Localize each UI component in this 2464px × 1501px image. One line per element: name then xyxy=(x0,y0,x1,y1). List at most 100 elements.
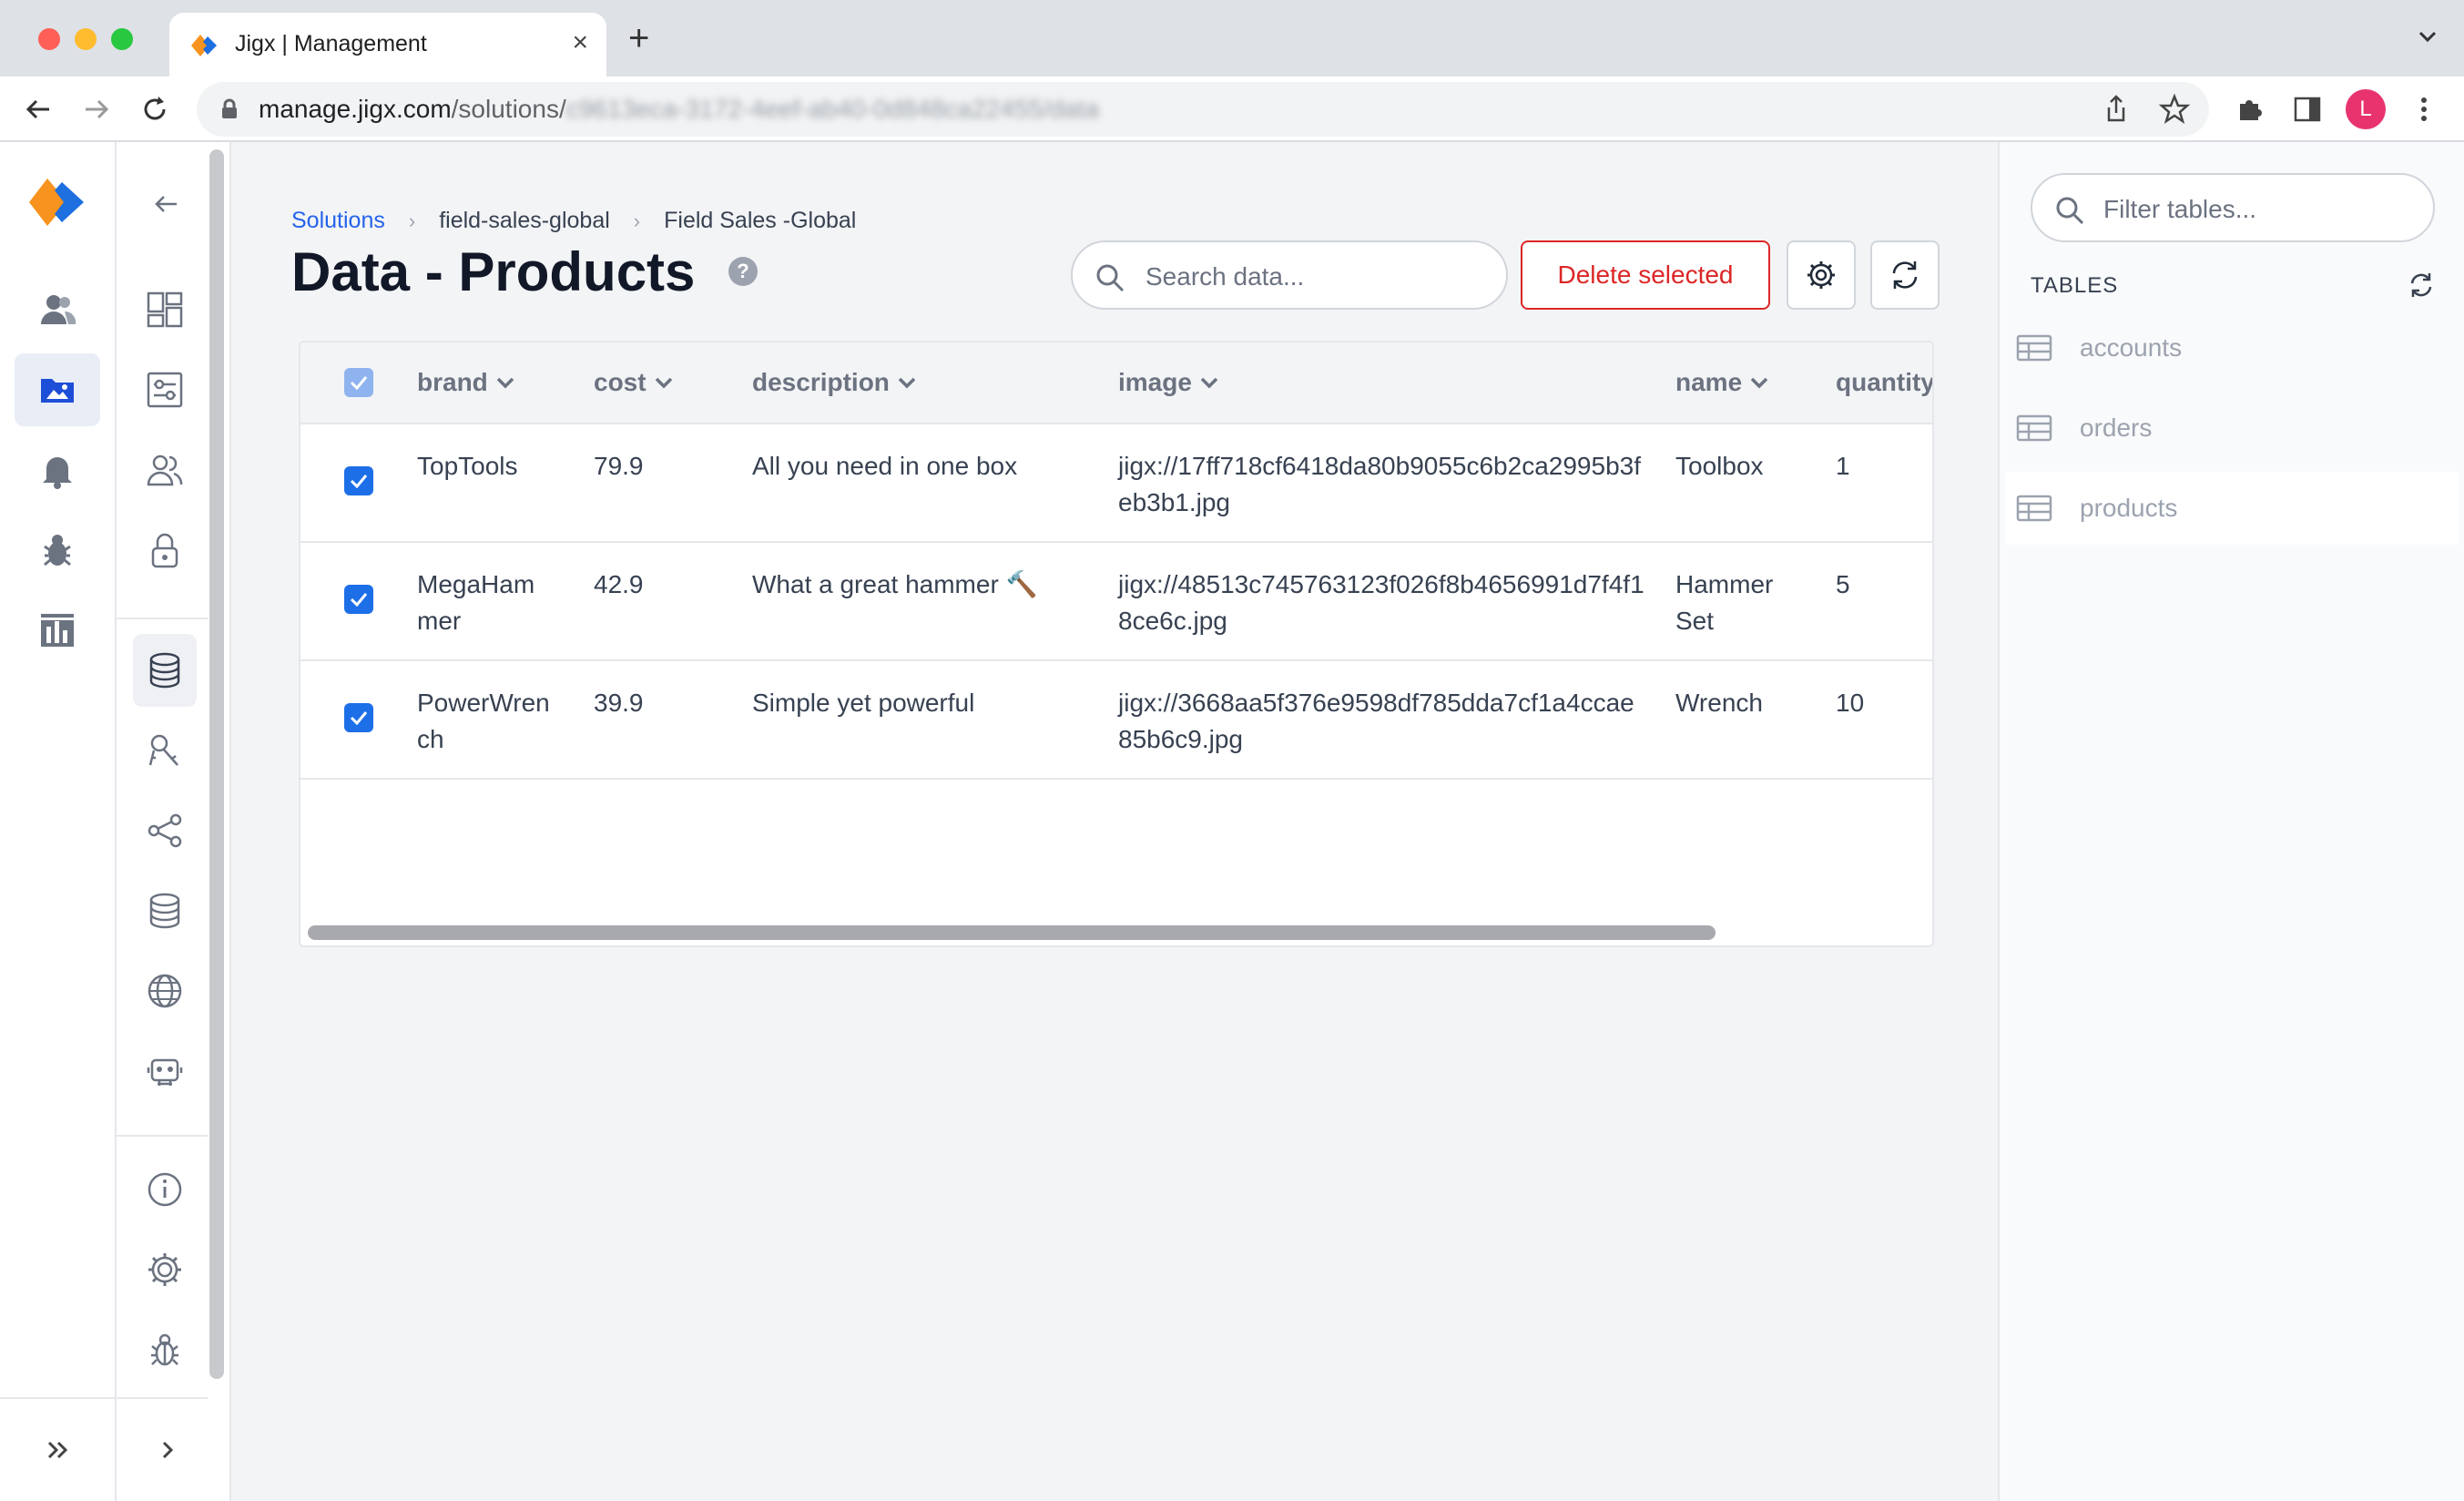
cell-image[interactable]: jigx://48513c745763123f026f8b4656991d7f4… xyxy=(1118,567,1646,639)
column-label: name xyxy=(1675,368,1743,396)
breadcrumb-chevron-icon: › xyxy=(633,209,641,232)
subnav-debug-item[interactable] xyxy=(133,1313,197,1386)
profile-avatar[interactable]: L xyxy=(2346,89,2386,129)
cell-image[interactable]: jigx://3668aa5f376e9598df785dda7cf1a4cca… xyxy=(1118,685,1646,758)
new-tab-icon[interactable]: + xyxy=(628,20,649,56)
row-checkbox[interactable] xyxy=(344,466,373,495)
share-icon[interactable] xyxy=(2100,93,2133,126)
cell-brand[interactable]: TopTools xyxy=(417,448,563,485)
window-minimize-button[interactable] xyxy=(75,28,97,50)
nav-notifications-item[interactable] xyxy=(15,434,100,506)
users-icon xyxy=(41,295,76,324)
nav-debug-item[interactable] xyxy=(15,514,100,587)
url-blurred-id: c9613eca-3172-4eef-ab40-0d848ca22455/dat… xyxy=(565,95,1100,123)
expand-double-chevron-icon[interactable] xyxy=(44,1435,73,1465)
check-icon xyxy=(350,711,368,725)
chevron-down-icon xyxy=(898,377,916,389)
cell-name[interactable]: Wrench xyxy=(1675,685,1812,721)
cell-image[interactable]: jigx://17ff718cf6418da80b9055c6b2ca2995b… xyxy=(1118,448,1646,521)
jigx-favicon-icon xyxy=(191,35,217,56)
gear-icon xyxy=(148,1253,181,1286)
address-bar[interactable]: manage.jigx.com/solutions/c9613eca-3172-… xyxy=(197,82,2209,137)
column-header-description[interactable]: description xyxy=(752,368,917,397)
cell-cost[interactable]: 42.9 xyxy=(594,567,644,603)
tab-search-chevron-icon[interactable] xyxy=(2415,24,2440,49)
tables-heading: TABLES xyxy=(2031,273,2119,298)
cell-brand[interactable]: PowerWrench xyxy=(417,685,554,758)
subnav-info-item[interactable] xyxy=(133,1153,197,1226)
settings-button[interactable] xyxy=(1787,240,1856,310)
tab-close-icon[interactable]: × xyxy=(572,27,588,58)
subnav-scrollbar[interactable] xyxy=(209,149,224,1379)
table-item-accounts[interactable]: accounts xyxy=(2005,311,2459,384)
browser-tab[interactable]: Jigx | Management × xyxy=(169,13,606,77)
table-item-orders[interactable]: orders xyxy=(2005,392,2459,465)
column-header-quantity[interactable]: quantity xyxy=(1836,368,1932,397)
subnav-web-item[interactable] xyxy=(133,955,197,1027)
forward-arrow-icon[interactable] xyxy=(80,93,113,126)
column-header-image[interactable]: image xyxy=(1118,368,1219,397)
filter-tables-input[interactable] xyxy=(2103,191,2413,228)
subnav-connections-item[interactable] xyxy=(133,794,197,867)
help-icon[interactable]: ? xyxy=(728,257,758,286)
browser-menu-icon[interactable] xyxy=(2408,93,2440,126)
table-row[interactable]: PowerWrench 39.9 Simple yet powerful jig… xyxy=(300,661,1932,780)
tab-title: Jigx | Management xyxy=(235,31,427,56)
breadcrumb-solutions-link[interactable]: Solutions xyxy=(291,208,385,234)
column-header-name[interactable]: name xyxy=(1675,368,1769,397)
collapse-back-arrow-icon[interactable] xyxy=(151,189,180,219)
refresh-button[interactable] xyxy=(1870,240,1940,310)
subnav-settings-item[interactable] xyxy=(133,1233,197,1306)
cell-description[interactable]: Simple yet powerful xyxy=(752,685,1098,721)
table-row[interactable]: TopTools 79.9 All you need in one box ji… xyxy=(300,424,1932,543)
side-panel-icon[interactable] xyxy=(2291,93,2324,126)
column-label: description xyxy=(752,368,890,396)
column-header-cost[interactable]: cost xyxy=(594,368,674,397)
nav-users-item[interactable] xyxy=(15,273,100,346)
cell-name[interactable]: Hammer Set xyxy=(1675,567,1803,639)
reload-icon[interactable] xyxy=(138,93,171,126)
url-path: /solutions/ xyxy=(451,95,566,123)
gear-icon xyxy=(1807,261,1835,289)
select-all-checkbox[interactable] xyxy=(344,368,373,397)
subnav-datasources-item[interactable] xyxy=(133,874,197,947)
expand-chevron-icon[interactable] xyxy=(155,1437,180,1463)
table-item-products[interactable]: products xyxy=(2005,472,2459,545)
search-data-field[interactable] xyxy=(1071,240,1508,310)
cell-cost[interactable]: 79.9 xyxy=(594,448,644,485)
refresh-tables-icon[interactable] xyxy=(2408,271,2435,299)
row-checkbox[interactable] xyxy=(344,585,373,614)
cell-name[interactable]: Toolbox xyxy=(1675,448,1812,485)
nav-reports-item[interactable] xyxy=(15,594,100,667)
delete-selected-button[interactable]: Delete selected xyxy=(1521,240,1770,310)
subnav-dashboard-item[interactable] xyxy=(133,273,197,346)
subnav-data-item[interactable] xyxy=(133,634,197,707)
cell-quantity[interactable]: 10 xyxy=(1836,685,1864,721)
cell-quantity[interactable]: 5 xyxy=(1836,567,1850,603)
subnav-settings-panel-item[interactable] xyxy=(133,353,197,426)
back-arrow-icon[interactable] xyxy=(22,93,55,126)
filter-tables-field[interactable] xyxy=(2031,173,2435,242)
cell-description[interactable]: All you need in one box xyxy=(752,448,1098,485)
nav-solutions-item[interactable] xyxy=(15,353,100,426)
cell-quantity[interactable]: 1 xyxy=(1836,448,1850,485)
extensions-puzzle-icon[interactable] xyxy=(2233,93,2265,126)
subnav-credentials-item[interactable] xyxy=(133,714,197,787)
cell-brand[interactable]: MegaHammer xyxy=(417,567,554,639)
breadcrumb-solution-id[interactable]: field-sales-global xyxy=(439,208,610,234)
window-close-button[interactable] xyxy=(38,28,60,50)
row-checkbox[interactable] xyxy=(344,703,373,732)
cell-cost[interactable]: 39.9 xyxy=(594,685,644,721)
bookmark-star-icon[interactable] xyxy=(2158,93,2191,126)
breadcrumb-solution-name: Field Sales -Global xyxy=(664,208,857,233)
subnav-robot-item[interactable] xyxy=(133,1035,197,1108)
cell-description[interactable]: What a great hammer 🔨 xyxy=(752,567,1098,603)
column-header-brand[interactable]: brand xyxy=(417,368,515,397)
table-row[interactable]: MegaHammer 42.9 What a great hammer 🔨 ji… xyxy=(300,543,1932,661)
grid-horizontal-scrollbar[interactable] xyxy=(308,925,1716,940)
subnav-security-item[interactable] xyxy=(133,514,197,587)
search-data-input[interactable] xyxy=(1145,259,1492,295)
subnav-users-item[interactable] xyxy=(133,434,197,506)
jigx-logo-icon[interactable] xyxy=(27,173,86,231)
window-maximize-button[interactable] xyxy=(111,28,133,50)
